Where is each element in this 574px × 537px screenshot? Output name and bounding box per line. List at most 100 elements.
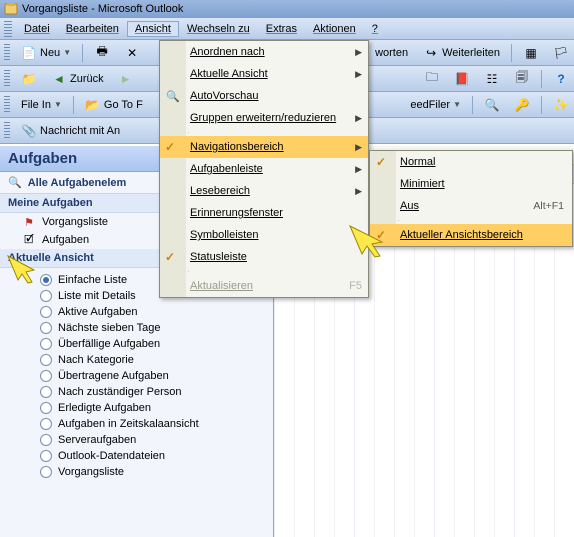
view-7tage[interactable]: Nächste sieben Tage	[0, 320, 273, 336]
note-icon: 🗐	[514, 71, 530, 87]
submenu-aktueller-bereich[interactable]: ✓Aktueller Ansichtsbereich	[370, 224, 572, 246]
delete-icon: ✕	[124, 45, 140, 61]
back-icon: ◄	[51, 71, 67, 87]
msgwith-button[interactable]: 📎Nachricht mit An	[16, 120, 125, 142]
menu-statusleiste[interactable]: ✓Statusleiste	[160, 246, 368, 268]
menu-wechseln[interactable]: Wechseln zu	[179, 21, 258, 37]
flag-red-icon: ⚑	[22, 215, 36, 229]
annotation-arrow-icon	[6, 254, 40, 284]
reply-partial[interactable]: worten	[375, 47, 414, 59]
print-icon: 🖶	[94, 45, 110, 61]
preview-icon: 🔍	[164, 87, 182, 105]
magnify-icon: 🔍	[484, 97, 500, 113]
view-kategorie[interactable]: Nach Kategorie	[0, 352, 273, 368]
eedfiler-button[interactable]: eedFiler▼	[405, 96, 466, 114]
view-zustaendig[interactable]: Nach zuständiger Person	[0, 384, 273, 400]
view-zeitskala[interactable]: Aufgaben in Zeitskalaansicht	[0, 416, 273, 432]
goto-icon: 📂	[85, 97, 101, 113]
help-icon: ?	[553, 71, 569, 87]
submenu-aus[interactable]: AusAlt+F1	[370, 195, 572, 217]
tool5-button[interactable]: ?	[548, 68, 574, 90]
menu-erinnerungsfenster[interactable]: Erinnerungsfenster	[160, 202, 368, 224]
search-folder-icon: 🔍	[8, 176, 22, 189]
dropdown-arrow-icon: ▼	[63, 48, 71, 57]
menu-aktualisieren: AktualisierenF5	[160, 275, 368, 297]
radio-icon	[40, 450, 52, 462]
tree-icon: ☷	[484, 71, 500, 87]
annotation-arrow-icon	[348, 224, 388, 258]
book-icon: 📕	[454, 71, 470, 87]
tool3-button[interactable]: ☷	[479, 68, 505, 90]
menu-lesebereich[interactable]: Lesebereich▶	[160, 180, 368, 202]
navigationsbereich-submenu: ✓Normal Minimiert AusAlt+F1 ✓Aktueller A…	[369, 150, 573, 247]
radio-icon	[40, 370, 52, 382]
categorize-button[interactable]: ▦	[518, 42, 544, 64]
forward-nav-icon: ►	[118, 71, 134, 87]
menu-bearbeiten[interactable]: Bearbeiten	[58, 21, 127, 37]
folder-icon: 📁	[21, 71, 37, 87]
view-ueberfaellig[interactable]: Überfällige Aufgaben	[0, 336, 273, 352]
goto-button[interactable]: 📂Go To F	[80, 94, 148, 116]
toolbar-grip[interactable]	[4, 96, 10, 114]
toolbar-grip[interactable]	[4, 21, 12, 37]
view-erledigt[interactable]: Erledigte Aufgaben	[0, 400, 273, 416]
attach-icon: 📎	[21, 123, 37, 139]
view-datendateien[interactable]: Outlook-Datendateien	[0, 448, 273, 464]
flag-button[interactable]: 🏳	[548, 42, 574, 64]
radio-icon	[40, 434, 52, 446]
submenu-normal[interactable]: ✓Normal	[370, 151, 572, 173]
menu-aktuelle-ansicht[interactable]: Aktuelle Ansicht▶	[160, 63, 368, 85]
title-bar: Vorgangsliste - Microsoft Outlook	[0, 0, 574, 18]
menu-autovorschau[interactable]: 🔍AutoVorschau	[160, 85, 368, 107]
filer2-button[interactable]: 🔑	[509, 94, 535, 116]
back-button[interactable]: ◄Zurück	[46, 68, 109, 90]
flag-icon: 🏳	[553, 45, 569, 61]
forward-icon: ↪	[423, 45, 439, 61]
wand-icon: ✨	[553, 97, 569, 113]
radio-icon	[40, 274, 52, 286]
submenu-minimiert[interactable]: Minimiert	[370, 173, 572, 195]
radio-icon	[40, 402, 52, 414]
radio-icon	[40, 306, 52, 318]
radio-icon	[40, 386, 52, 398]
folder-up-icon: 🗀	[424, 71, 440, 87]
menu-gruppen[interactable]: Gruppen erweitern/reduzieren▶	[160, 107, 368, 129]
menu-aktionen[interactable]: Aktionen	[305, 21, 364, 37]
filein-button[interactable]: File In▼	[16, 96, 67, 114]
print-button[interactable]: 🖶	[89, 42, 115, 64]
new-button[interactable]: 📄 Neu ▼	[16, 42, 76, 64]
forward-button[interactable]: ↪Weiterleiten	[418, 42, 505, 64]
menu-bar: Datei Bearbeiten Ansicht Wechseln zu Ext…	[0, 18, 574, 40]
explorer-button[interactable]: 📁	[16, 68, 42, 90]
view-server[interactable]: Serveraufgaben	[0, 432, 273, 448]
menu-anordnen[interactable]: Anordnen nach▶	[160, 41, 368, 63]
menu-aufgabenleiste[interactable]: Aufgabenleiste▶	[160, 158, 368, 180]
menu-symbolleisten[interactable]: Symbolleisten▶	[160, 224, 368, 246]
menu-extras[interactable]: Extras	[258, 21, 305, 37]
filer3-button[interactable]: ✨	[548, 94, 574, 116]
menu-datei[interactable]: Datei	[16, 21, 58, 37]
tool1-button[interactable]: 🗀	[419, 68, 445, 90]
tool4-button[interactable]: 🗐	[509, 68, 535, 90]
radio-icon	[40, 290, 52, 302]
fwd-nav-button[interactable]: ►	[113, 68, 139, 90]
view-uebertragen[interactable]: Übertragene Aufgaben	[0, 368, 273, 384]
toolbar-grip[interactable]	[4, 70, 10, 88]
toolbar-grip[interactable]	[4, 122, 10, 140]
tool2-button[interactable]: 📕	[449, 68, 475, 90]
menu-ansicht[interactable]: Ansicht	[127, 21, 179, 37]
delete-button[interactable]: ✕	[119, 42, 145, 64]
menu-navigationsbereich[interactable]: ✓Navigationsbereich▶	[160, 136, 368, 158]
view-radio-list: Einfache Liste Liste mit Details Aktive …	[0, 268, 273, 488]
menu-hilfe[interactable]: ?	[364, 21, 386, 37]
filer1-button[interactable]: 🔍	[479, 94, 505, 116]
radio-icon	[40, 354, 52, 366]
new-icon: 📄	[21, 45, 37, 61]
ansicht-menu: Anordnen nach▶ Aktuelle Ansicht▶ 🔍AutoVo…	[159, 40, 369, 298]
radio-icon	[40, 466, 52, 478]
categorize-icon: ▦	[523, 45, 539, 61]
radio-icon	[40, 418, 52, 430]
toolbar-grip[interactable]	[4, 44, 10, 62]
view-aktive[interactable]: Aktive Aufgaben	[0, 304, 273, 320]
view-vorgangsliste[interactable]: Vorgangsliste	[0, 464, 273, 480]
